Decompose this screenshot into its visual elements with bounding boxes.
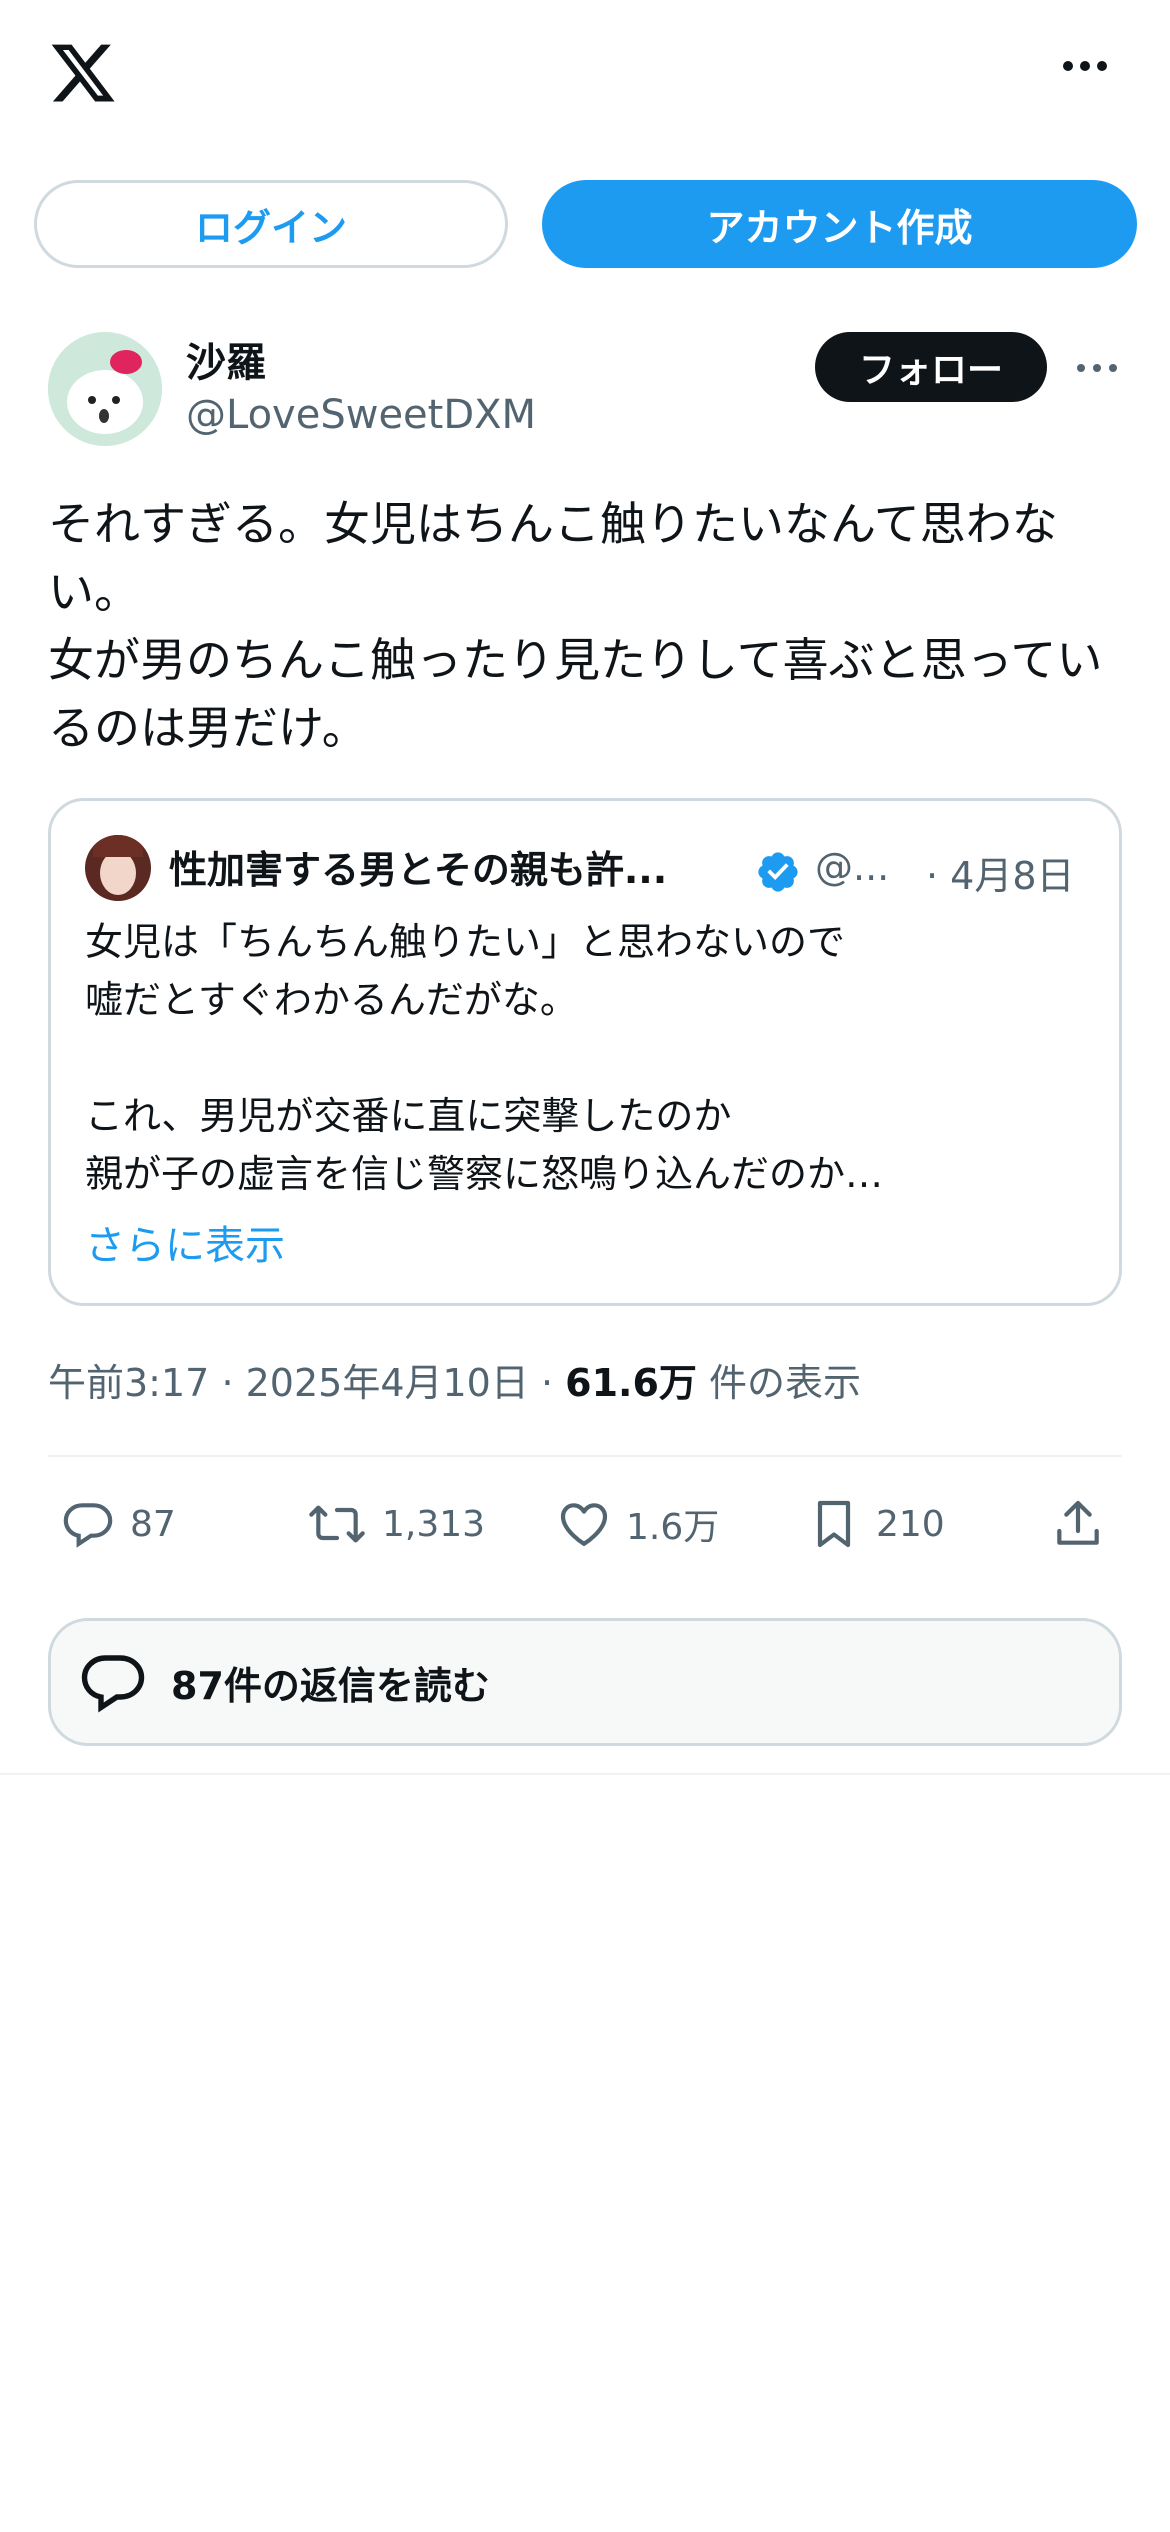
author-name[interactable]: 沙羅 — [186, 330, 266, 388]
repost-button[interactable]: 1,313 — [306, 1496, 485, 1552]
login-button[interactable]: ログイン — [34, 180, 508, 268]
quoted-tweet-date[interactable]: · 4月8日 — [926, 845, 1075, 900]
verified-badge-icon — [758, 852, 798, 892]
repost-icon — [309, 1505, 365, 1543]
tweet-date[interactable]: 2025年4月10日 — [246, 1361, 529, 1405]
x-logo-icon[interactable] — [48, 38, 118, 108]
tweet-time[interactable]: 午前3:17 — [48, 1361, 209, 1405]
meta-separator: · — [221, 1361, 234, 1405]
reply-bubble-icon — [81, 1655, 145, 1713]
reply-button[interactable]: 87 — [60, 1496, 176, 1552]
views-label: 件の表示 — [709, 1361, 862, 1405]
quoted-author-avatar[interactable] — [85, 835, 151, 901]
bottom-divider — [0, 1773, 1170, 1775]
tweet-meta: 午前3:17 · 2025年4月10日 · 61.6万 件の表示 — [48, 1352, 861, 1407]
read-replies-label: 87件の返信を読む — [171, 1663, 490, 1708]
create-account-button[interactable]: アカウント作成 — [542, 180, 1137, 268]
quoted-author-handle[interactable]: @... — [815, 845, 889, 889]
meta-separator: · — [540, 1361, 554, 1405]
divider — [48, 1455, 1122, 1457]
repost-count: 1,313 — [382, 1503, 486, 1545]
avatar-image — [48, 332, 162, 446]
quoted-avatar-image — [85, 835, 151, 901]
views-count: 61.6万 — [565, 1361, 697, 1405]
like-count: 1.6万 — [626, 1507, 720, 1548]
more-options-icon[interactable] — [1060, 56, 1110, 76]
tweet-more-icon[interactable] — [1075, 360, 1119, 376]
quoted-tweet-text: 女児は「ちんちん触りたい」と思わないので 嘘だとすぐわかるんだがな。 これ、男児… — [85, 920, 884, 1196]
share-icon — [1057, 1500, 1099, 1545]
read-replies-button[interactable]: 87件の返信を読む — [48, 1618, 1122, 1746]
like-button[interactable]: 1.6万 — [556, 1496, 719, 1552]
tweet-text: それすぎる。女児はちんこ触りたいなんて思わない。 女が男のちんこ触ったり見たりし… — [48, 497, 1103, 755]
bookmark-count: 210 — [876, 1503, 945, 1545]
author-avatar[interactable] — [48, 332, 162, 446]
reply-icon — [63, 1503, 113, 1548]
bookmark-button[interactable]: 210 — [806, 1496, 945, 1552]
share-button[interactable] — [1050, 1496, 1120, 1552]
bookmark-icon — [817, 1500, 851, 1548]
show-more-link[interactable]: さらに表示 — [85, 1213, 285, 1271]
quoted-author-name[interactable]: 性加害する男とその親も許... — [169, 839, 699, 894]
follow-button[interactable]: フォロー — [815, 332, 1047, 402]
like-heart-icon — [560, 1503, 608, 1546]
reply-count: 87 — [130, 1503, 176, 1545]
author-handle[interactable]: @LoveSweetDXM — [186, 392, 536, 438]
quoted-tweet-card[interactable]: 性加害する男とその親も許... @... · 4月8日 女児は「ちんちん触りたい… — [48, 798, 1122, 1306]
